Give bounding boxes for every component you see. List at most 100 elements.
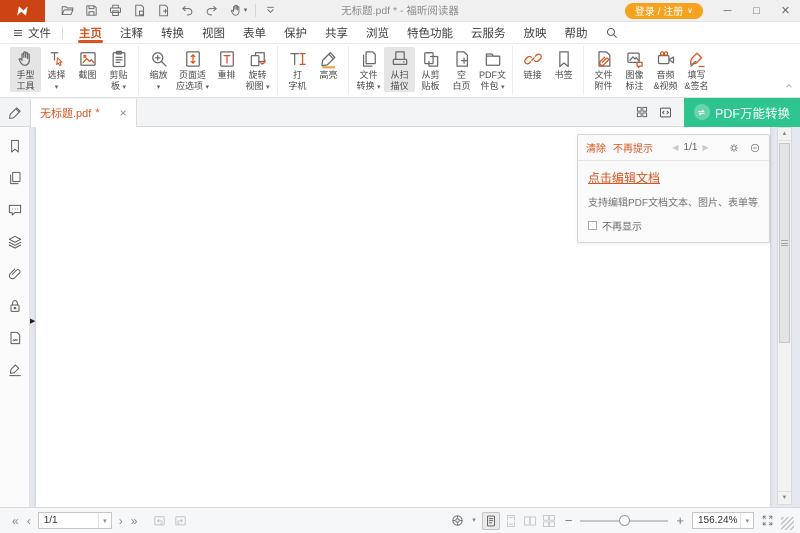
- save-as-button[interactable]: [129, 1, 149, 21]
- undo-button[interactable]: [177, 1, 197, 21]
- menu-tab-11[interactable]: 帮助: [556, 22, 597, 43]
- snapshot-button[interactable]: 截图: [72, 47, 103, 92]
- digital-signature-panel-icon: [7, 330, 23, 346]
- open-file-button[interactable]: [57, 1, 77, 21]
- menu-tab-9[interactable]: 云服务: [462, 22, 515, 43]
- close-button[interactable]: ✕: [771, 0, 800, 22]
- redo-button[interactable]: [201, 1, 221, 21]
- security-panel-button[interactable]: [4, 296, 26, 316]
- menu-tab-7[interactable]: 浏览: [357, 22, 398, 43]
- fullscreen-button[interactable]: [760, 513, 775, 528]
- pager-prev-icon[interactable]: ◀: [672, 143, 678, 152]
- zoom-in-button[interactable]: +: [674, 514, 686, 527]
- image-annot-button[interactable]: 图像标注: [619, 47, 650, 92]
- typewriter-button[interactable]: 打字机: [282, 47, 313, 92]
- titlebar-right: 登录 / 注册 ∨ ─ □ ✕: [625, 0, 800, 21]
- menu-tab-4[interactable]: 表单: [234, 22, 275, 43]
- digital-signature-panel-button[interactable]: [4, 328, 26, 348]
- fit-page-button[interactable]: 页面适应选项 ▾: [174, 47, 211, 93]
- scroll-down-icon[interactable]: ▼: [778, 491, 791, 504]
- from-scanner-button[interactable]: 从扫描仪: [384, 47, 415, 92]
- minimize-button[interactable]: ─: [713, 0, 742, 22]
- hint-pager: ◀ 1/1 ▶: [653, 142, 728, 153]
- menu-tab-6[interactable]: 共享: [316, 22, 357, 43]
- next-view-button[interactable]: [172, 512, 189, 529]
- print-button[interactable]: [105, 1, 125, 21]
- hint-settings-button[interactable]: [728, 142, 740, 154]
- zoom-out-button[interactable]: −: [563, 514, 575, 527]
- sidebar-expand-handle[interactable]: ▶: [30, 313, 40, 329]
- hand-button[interactable]: 手型工具: [10, 47, 41, 92]
- menu-tab-3[interactable]: 视图: [193, 22, 234, 43]
- fill-sign-button[interactable]: 填写&签名: [681, 47, 712, 92]
- next-page-button[interactable]: ›: [115, 515, 127, 527]
- zoom-level-combo[interactable]: 156.24% ▾: [692, 512, 754, 529]
- clear-link[interactable]: 清除: [586, 140, 606, 155]
- quick-edit-button[interactable]: [0, 98, 30, 126]
- first-page-button[interactable]: «: [8, 515, 23, 527]
- facing-view-button[interactable]: [522, 513, 538, 529]
- sign-panel-button[interactable]: [4, 360, 26, 380]
- vertical-scrollbar[interactable]: ▲ ▼: [777, 127, 792, 505]
- page-combo-caret-icon[interactable]: ▾: [98, 513, 111, 528]
- hint-collapse-button[interactable]: [749, 142, 761, 154]
- zoom-slider-handle[interactable]: [619, 515, 630, 526]
- file-menu-button[interactable]: 文件: [8, 25, 55, 41]
- scrollbar-thumb[interactable]: [779, 143, 790, 343]
- read-mode-button[interactable]: [449, 512, 466, 529]
- layers-panel-button[interactable]: [4, 232, 26, 252]
- select-button[interactable]: 选择▾: [41, 47, 72, 93]
- save-button[interactable]: [81, 1, 101, 21]
- audio-video-button[interactable]: 音频&视频: [650, 47, 681, 92]
- pager-next-icon[interactable]: ▶: [702, 143, 708, 152]
- file-convert-button[interactable]: 文件转换 ▾: [353, 47, 384, 93]
- clipboard-button[interactable]: 剪贴板 ▾: [103, 47, 134, 93]
- from-clipboard-button[interactable]: 从剪贴板: [415, 47, 446, 92]
- pdf-portfolio-button[interactable]: PDF文件包 ▾: [477, 47, 508, 93]
- pdf-convert-button[interactable]: PDF万能转换: [684, 98, 800, 127]
- file-attach-button[interactable]: 文件附件: [588, 47, 619, 92]
- menu-tab-2[interactable]: 转换: [152, 22, 193, 43]
- continuous-facing-view-button[interactable]: [541, 513, 557, 529]
- maximize-button[interactable]: □: [742, 0, 771, 22]
- menu-tab-8[interactable]: 特色功能: [398, 22, 462, 43]
- tab-close-button[interactable]: ×: [120, 107, 127, 119]
- last-page-button[interactable]: »: [127, 515, 142, 527]
- new-document-button[interactable]: [153, 1, 173, 21]
- search-button[interactable]: [601, 22, 623, 43]
- rotate-view-button[interactable]: 旋转视图 ▾: [242, 47, 273, 93]
- document-tab[interactable]: 无标题.pdf * ×: [30, 99, 137, 127]
- page-number-combo[interactable]: 1/1 ▾: [38, 512, 112, 529]
- menu-tab-5[interactable]: 保护: [275, 22, 316, 43]
- previous-page-button[interactable]: ‹: [23, 515, 35, 527]
- menu-tab-0[interactable]: 主页: [70, 22, 111, 43]
- zoom-combo-caret-icon[interactable]: ▾: [740, 513, 753, 528]
- reflow-button[interactable]: 重排: [211, 47, 242, 92]
- scroll-up-icon[interactable]: ▲: [778, 128, 791, 141]
- bookmark-button[interactable]: 书签: [548, 47, 579, 92]
- zoom-slider[interactable]: [580, 514, 668, 527]
- link-button[interactable]: 链接: [517, 47, 548, 92]
- menu-tab-1[interactable]: 注释: [111, 22, 152, 43]
- single-page-view-button[interactable]: [482, 512, 500, 530]
- login-register-button[interactable]: 登录 / 注册 ∨: [625, 3, 703, 19]
- customize-toolbar-button[interactable]: [260, 1, 280, 21]
- window-resize-grip[interactable]: [781, 517, 794, 530]
- highlight-button[interactable]: 高亮: [313, 47, 344, 92]
- hand-tool-button[interactable]: ▾: [225, 1, 251, 21]
- edit-document-link[interactable]: 点击编辑文档: [588, 169, 660, 186]
- tab-grid-view-button[interactable]: [630, 100, 654, 124]
- continuous-view-button[interactable]: [503, 513, 519, 529]
- pages-panel-button[interactable]: [4, 168, 26, 188]
- blank-page-button[interactable]: 空白页: [446, 47, 477, 92]
- collapse-ribbon-button[interactable]: [784, 79, 794, 94]
- dont-remind-link[interactable]: 不再提示: [613, 140, 653, 155]
- comments-panel-button[interactable]: [4, 200, 26, 220]
- menu-tab-10[interactable]: 放映: [515, 22, 556, 43]
- bookmark-panel-button[interactable]: [4, 136, 26, 156]
- previous-view-button[interactable]: [151, 512, 168, 529]
- dont-show-checkbox[interactable]: [588, 221, 597, 230]
- zoom-button[interactable]: 缩放▾: [143, 47, 174, 93]
- switch-window-button[interactable]: [654, 100, 678, 124]
- attachments-panel-button[interactable]: [4, 264, 26, 284]
